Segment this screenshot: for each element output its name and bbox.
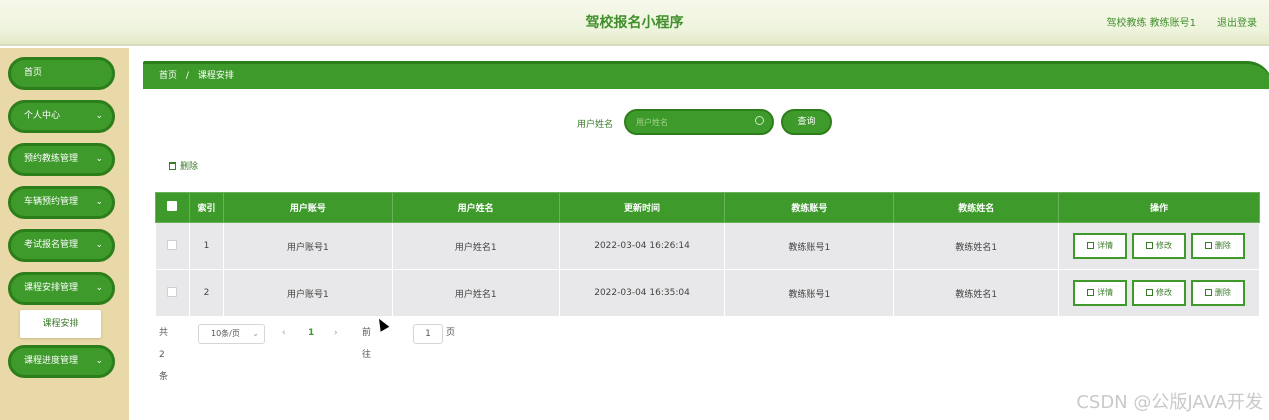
chevron-down-icon: ⌄ xyxy=(95,283,103,293)
batch-delete-label: 删除 xyxy=(180,162,199,172)
detail-button[interactable]: 详情 xyxy=(1073,280,1128,306)
cell-user-name: 用户姓名1 xyxy=(391,269,560,317)
search-icon xyxy=(755,116,764,125)
search-label: 用户姓名 xyxy=(577,120,614,130)
column-header-updated-time: 更新时间 xyxy=(558,192,726,223)
sidebar-item-label: 车辆预约管理 xyxy=(24,197,79,207)
sidebar-item-course-progress[interactable]: 课程进度管理 ⌄ xyxy=(8,345,115,378)
sidebar-item-vehicle-booking[interactable]: 车辆预约管理 ⌄ xyxy=(8,186,115,219)
sidebar-subitem-course-schedule[interactable]: 课程安排 xyxy=(20,310,101,338)
delete-button-label: 删除 xyxy=(1214,288,1231,297)
goto-label: 前往 xyxy=(362,328,372,360)
table-row: 1 用户账号1 用户姓名1 2022-03-04 16:26:14 教练账号1 … xyxy=(155,222,1260,270)
cell-index: 1 xyxy=(188,222,224,270)
document-icon xyxy=(1087,289,1095,296)
chevron-down-icon: ⌄ xyxy=(252,329,259,338)
sidebar-item-label: 考试报名管理 xyxy=(24,240,79,250)
chevron-down-icon: ⌄ xyxy=(95,154,103,164)
document-icon xyxy=(1087,242,1095,249)
trash-icon xyxy=(1204,289,1212,296)
logout-link[interactable]: 退出登录 xyxy=(1217,14,1257,29)
column-header-index: 索引 xyxy=(188,192,224,223)
table-header-row: 索引 用户账号 用户姓名 更新时间 教练账号 教练姓名 操作 xyxy=(155,192,1260,223)
page-size-value: 10条/页 xyxy=(211,329,240,338)
pencil-icon xyxy=(1146,289,1154,296)
app-header: 驾校报名小程序 驾校教练 教练账号1 退出登录 xyxy=(0,0,1269,46)
sidebar-item-coach-booking[interactable]: 预约教练管理 ⌄ xyxy=(8,143,115,176)
cell-coach-account: 教练账号1 xyxy=(724,269,895,317)
trash-icon xyxy=(169,162,176,170)
delete-button-label: 删除 xyxy=(1214,241,1231,250)
column-header-coach-name: 教练姓名 xyxy=(893,192,1060,223)
cell-user-account: 用户账号1 xyxy=(222,269,393,317)
pencil-icon xyxy=(1146,242,1154,249)
edit-button[interactable]: 修改 xyxy=(1132,233,1187,259)
select-all-checkbox[interactable] xyxy=(167,201,178,211)
next-page-button[interactable]: › xyxy=(334,322,338,344)
breadcrumb-separator: / xyxy=(185,71,189,81)
column-header-user-name: 用户姓名 xyxy=(391,192,560,223)
breadcrumb-current: 课程安排 xyxy=(197,71,234,81)
goto-page-input[interactable]: 1 xyxy=(413,324,443,344)
sidebar-item-label: 课程进度管理 xyxy=(24,356,79,366)
sidebar-item-personal-center[interactable]: 个人中心 ⌄ xyxy=(8,100,115,133)
query-button[interactable]: 查询 xyxy=(781,109,832,135)
prev-page-button[interactable]: ‹ xyxy=(282,322,286,344)
search-input[interactable] xyxy=(636,114,754,130)
cell-index: 2 xyxy=(188,269,224,317)
sidebar-item-course-schedule[interactable]: 课程安排管理 ⌄ xyxy=(8,272,115,305)
page-unit-label: 页 xyxy=(446,328,456,338)
chevron-down-icon: ⌄ xyxy=(95,197,103,207)
cell-actions: 详情 修改 删除 xyxy=(1058,269,1260,317)
edit-button-label: 修改 xyxy=(1156,241,1173,250)
page-size-select[interactable]: 10条/页 ⌄ xyxy=(198,324,265,344)
detail-button[interactable]: 详情 xyxy=(1073,233,1128,259)
sidebar-item-label: 预约教练管理 xyxy=(24,154,79,164)
detail-button-label: 详情 xyxy=(1097,288,1114,297)
cell-updated-time: 2022-03-04 16:26:14 xyxy=(558,222,726,270)
edit-button[interactable]: 修改 xyxy=(1132,280,1187,306)
cell-coach-name: 教练姓名1 xyxy=(893,222,1060,270)
row-checkbox[interactable] xyxy=(167,239,178,250)
cell-coach-name: 教练姓名1 xyxy=(893,269,1060,317)
cell-user-name: 用户姓名1 xyxy=(391,222,560,270)
page-number-current[interactable]: 1 xyxy=(308,322,314,344)
cell-updated-time: 2022-03-04 16:35:04 xyxy=(558,269,726,317)
chevron-down-icon: ⌄ xyxy=(95,111,103,121)
chevron-down-icon: ⌄ xyxy=(95,356,103,366)
cell-actions: 详情 修改 删除 xyxy=(1058,222,1260,270)
pagination-total: 共 2 条 xyxy=(159,328,169,382)
column-header-actions: 操作 xyxy=(1058,192,1260,223)
course-schedule-table: 索引 用户账号 用户姓名 更新时间 教练账号 教练姓名 操作 1 用户账号1 用… xyxy=(155,192,1260,317)
row-checkbox-cell[interactable] xyxy=(155,222,190,270)
detail-button-label: 详情 xyxy=(1097,241,1114,250)
breadcrumb-home[interactable]: 首页 xyxy=(159,71,177,81)
app-title: 驾校报名小程序 xyxy=(585,15,684,31)
sidebar-item-label: 首页 xyxy=(24,68,43,78)
watermark: CSDN @公版JAVA开发 xyxy=(1076,392,1263,413)
sidebar: 首页 个人中心 ⌄ 预约教练管理 ⌄ 车辆预约管理 ⌄ 考试报名管理 ⌄ 课程安… xyxy=(0,48,129,420)
breadcrumb: 首页 / 课程安排 xyxy=(143,61,1269,89)
edit-button-label: 修改 xyxy=(1156,288,1173,297)
column-header-user-account: 用户账号 xyxy=(222,192,393,223)
delete-button[interactable]: 删除 xyxy=(1190,233,1245,259)
chevron-down-icon: ⌄ xyxy=(95,240,103,250)
search-field[interactable] xyxy=(624,109,774,135)
main-content: 首页 / 课程安排 用户姓名 查询 删除 索引 用户账号 用户姓名 更新时间 教… xyxy=(129,48,1269,420)
sidebar-item-home[interactable]: 首页 xyxy=(8,57,115,90)
sidebar-item-label: 课程安排管理 xyxy=(24,283,79,293)
cell-user-account: 用户账号1 xyxy=(222,222,393,270)
cell-coach-account: 教练账号1 xyxy=(724,222,895,270)
sidebar-item-exam-registration[interactable]: 考试报名管理 ⌄ xyxy=(8,229,115,262)
trash-icon xyxy=(1204,242,1212,249)
column-header-coach-account: 教练账号 xyxy=(724,192,895,223)
delete-button[interactable]: 删除 xyxy=(1190,280,1245,306)
batch-delete-button[interactable]: 删除 xyxy=(169,159,198,172)
table-row: 2 用户账号1 用户姓名1 2022-03-04 16:35:04 教练账号1 … xyxy=(155,269,1260,317)
select-all-checkbox-cell[interactable] xyxy=(155,192,190,223)
row-checkbox[interactable] xyxy=(167,286,178,297)
current-user: 驾校教练 教练账号1 xyxy=(1106,18,1196,29)
row-checkbox-cell[interactable] xyxy=(155,269,190,317)
sidebar-item-label: 个人中心 xyxy=(24,111,61,121)
